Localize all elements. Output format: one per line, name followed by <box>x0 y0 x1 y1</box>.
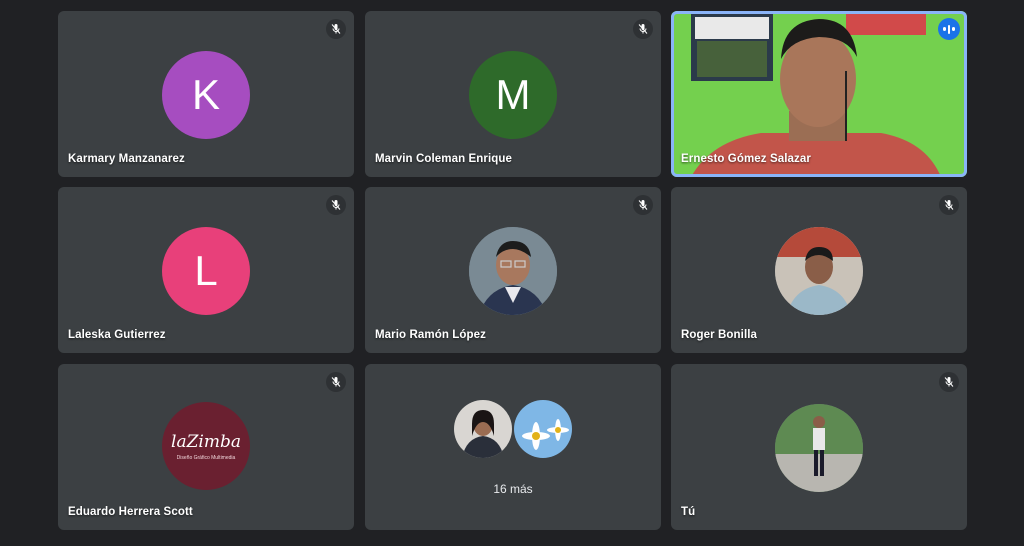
avatar-photo <box>514 400 572 458</box>
mic-off-icon <box>326 19 346 39</box>
participant-tile-ernesto-video[interactable]: Ernesto Gómez Salazar <box>671 11 967 177</box>
mic-off-icon <box>633 195 653 215</box>
mic-off-icon <box>939 195 959 215</box>
avatar-initial: L <box>194 247 218 294</box>
participant-name: Karmary Manzanarez <box>68 153 185 165</box>
avatar-photo <box>775 227 863 315</box>
participant-name: Tú <box>681 506 696 518</box>
participant-tile-eduardo[interactable]: laZimba Diseño Gráfico Multimedia Eduard… <box>58 364 354 530</box>
avatar-photo <box>775 404 863 492</box>
avatar: K <box>162 51 250 139</box>
avatar-initial: K <box>191 71 220 118</box>
avatar-logo: laZimba Diseño Gráfico Multimedia <box>162 402 250 490</box>
mic-off-icon <box>326 372 346 392</box>
avatar-initial: M <box>495 71 531 118</box>
participant-name: Laleska Gutierrez <box>68 329 166 341</box>
avatar: M <box>469 51 557 139</box>
participant-tile-karmary[interactable]: K Karmary Manzanarez <box>58 11 354 177</box>
participant-tile-laleska[interactable]: L Laleska Gutierrez <box>58 187 354 353</box>
mic-off-icon <box>633 19 653 39</box>
participant-name: Mario Ramón López <box>375 329 486 341</box>
logo-text: laZimba <box>171 431 241 452</box>
logo-subtext: Diseño Gráfico Multimedia <box>176 454 236 461</box>
participant-tile-roger[interactable]: Roger Bonilla <box>671 187 967 353</box>
participant-name: Marvin Coleman Enrique <box>375 153 513 165</box>
avatar-photo <box>469 227 557 315</box>
participant-tile-self[interactable]: Tú <box>671 364 967 530</box>
mic-off-icon <box>939 372 959 392</box>
overflow-avatars <box>454 400 572 458</box>
participant-name: Eduardo Herrera Scott <box>68 506 193 518</box>
participant-tile-mario[interactable]: Mario Ramón López <box>365 187 661 353</box>
participant-name: Roger Bonilla <box>681 329 758 341</box>
avatar: L <box>162 227 250 315</box>
participant-name: Ernesto Gómez Salazar <box>681 153 811 165</box>
overflow-count: 16 más <box>493 482 533 496</box>
avatar-photo <box>454 400 512 458</box>
mic-off-icon <box>326 195 346 215</box>
audio-bars-icon <box>938 18 960 40</box>
participant-tile-marvin[interactable]: M Marvin Coleman Enrique <box>365 11 661 177</box>
overflow-tile[interactable]: 16 más <box>365 364 661 530</box>
